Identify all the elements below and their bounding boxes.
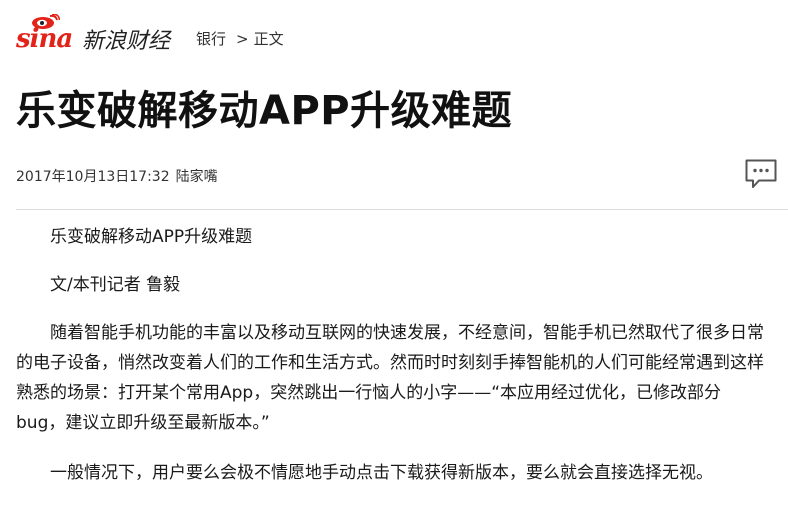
- logo-text-en: sina: [16, 24, 73, 54]
- breadcrumb-separator: >: [236, 30, 249, 48]
- article-paragraph: 乐变破解移动APP升级难题: [50, 227, 253, 247]
- breadcrumb-section-link[interactable]: 银行: [196, 30, 226, 48]
- site-header: sina 新浪财经 银行 > 正文: [16, 14, 776, 54]
- article-title: 乐变破解移动APP升级难题: [16, 88, 513, 134]
- sina-finance-logo[interactable]: sina 新浪财经: [16, 14, 170, 54]
- comment-bubble-icon[interactable]: [744, 158, 778, 190]
- article-meta: 2017年10月13日17:32 陆家嘴: [16, 166, 218, 186]
- article-paragraph: 文/本刊记者 鲁毅: [50, 275, 181, 295]
- breadcrumb-current: 正文: [253, 30, 284, 48]
- article-body: 乐变破解移动APP升级难题 文/本刊记者 鲁毅 随着智能手机功能的丰富以及移动互…: [16, 222, 768, 508]
- article-author: 陆家嘴: [175, 169, 218, 185]
- header-divider: [16, 209, 788, 210]
- breadcrumb: 银行 > 正文: [196, 28, 284, 49]
- article-date: 2017年10月13日17:32: [16, 169, 170, 185]
- logo-text-cn: 新浪财经: [82, 29, 171, 54]
- logo-mark: sina: [16, 14, 80, 54]
- article-paragraph: 随着智能手机功能的丰富以及移动互联网的快速发展，不经意间，智能手机已然取代了很多…: [16, 323, 764, 433]
- article-paragraph: 一般情况下，用户要么会极不情愿地手动点击下载获得新版本，要么就会直接选择无视。: [50, 463, 713, 483]
